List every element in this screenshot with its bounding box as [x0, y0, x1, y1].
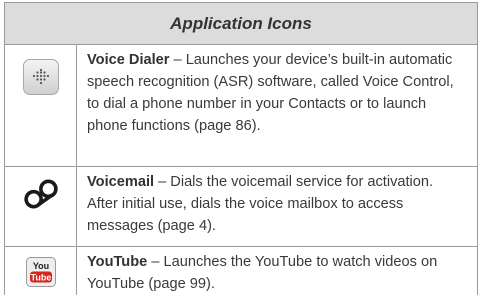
- icon-cell: [5, 167, 77, 246]
- table-row: Voicemail – Dials the voicemail service …: [5, 167, 477, 247]
- icon-cell: [5, 45, 77, 166]
- description-cell: YouTube – Launches the YouTube to watch …: [77, 247, 477, 295]
- youtube-icon-text-bottom: Tube: [30, 272, 51, 282]
- table-title: Application Icons: [170, 13, 312, 33]
- youtube-icon-text-top: You: [32, 261, 48, 271]
- description-cell: Voice Dialer – Launches your device’s bu…: [77, 45, 477, 166]
- table-header: Application Icons: [5, 3, 477, 45]
- youtube-icon: You Tube: [25, 257, 56, 295]
- item-name: YouTube: [87, 254, 148, 270]
- item-name: Voicemail: [87, 174, 155, 190]
- table-row: You Tube YouTube – Launches the YouTube …: [5, 247, 477, 295]
- voicemail-icon: [21, 179, 61, 246]
- application-icons-table: Application Icons Voice Dialer – Launche…: [4, 2, 478, 295]
- voice-dialer-icon: [22, 59, 59, 95]
- item-name: Voice Dialer: [87, 52, 170, 68]
- description-cell: Voicemail – Dials the voicemail service …: [77, 167, 477, 246]
- icon-cell: You Tube: [5, 247, 77, 295]
- table-row: Voice Dialer – Launches your device’s bu…: [5, 45, 477, 167]
